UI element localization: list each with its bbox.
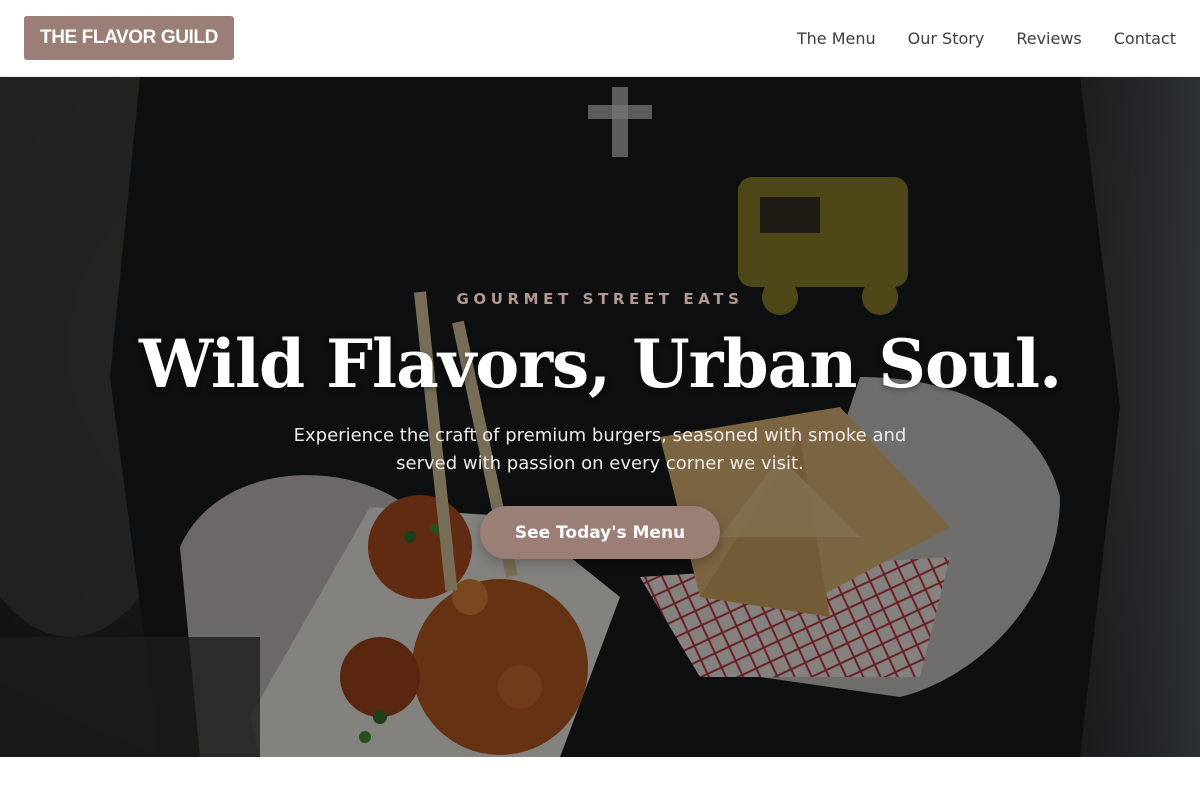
below-hero-section [0,757,1200,800]
site-header: THE FLAVOR GUILD The Menu Our Story Revi… [0,0,1200,77]
hero-content: GOURMET STREET EATS Wild Flavors, Urban … [0,77,1200,757]
nav-link-reviews[interactable]: Reviews [1016,29,1081,48]
main-nav: The Menu Our Story Reviews Contact [797,29,1176,48]
hero-eyebrow: GOURMET STREET EATS [456,290,744,308]
brand-logo[interactable]: THE FLAVOR GUILD [24,16,234,60]
nav-link-our-story[interactable]: Our Story [908,29,985,48]
nav-link-contact[interactable]: Contact [1114,29,1176,48]
see-menu-button[interactable]: See Today's Menu [480,506,720,559]
nav-link-menu[interactable]: The Menu [797,29,876,48]
hero-section: GOURMET STREET EATS Wild Flavors, Urban … [0,77,1200,757]
hero-subtitle: Experience the craft of premium burgers,… [293,425,907,474]
hero-headline: Wild Flavors, Urban Soul. [138,325,1062,403]
